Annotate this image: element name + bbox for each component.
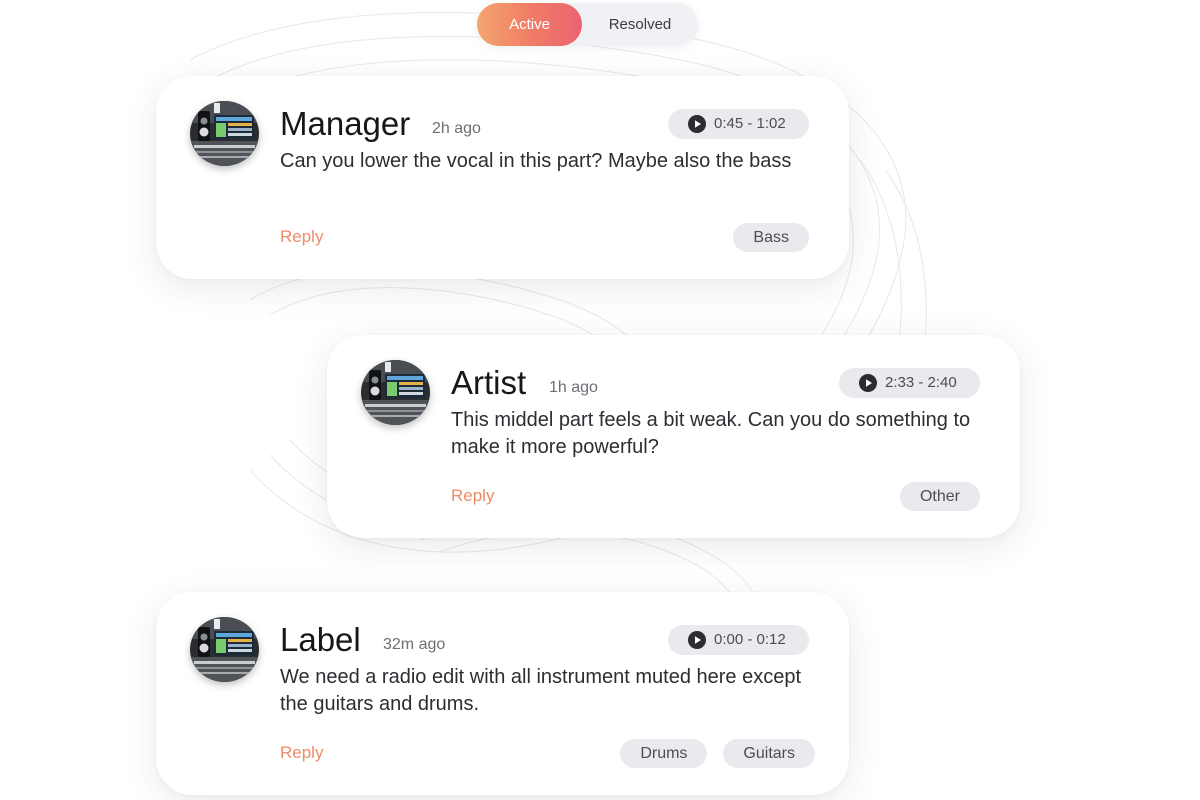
timestamp-chip[interactable]: 0:45 - 1:02 bbox=[668, 109, 809, 139]
play-icon bbox=[688, 115, 706, 133]
tag-list: Other bbox=[899, 482, 980, 511]
reply-link[interactable]: Reply bbox=[280, 227, 323, 247]
timestamp-range: 0:00 - 0:12 bbox=[714, 631, 786, 648]
comment-message: This middel part feels a bit weak. Can y… bbox=[451, 409, 971, 458]
comment-card: Manager 2h ago 0:45 - 1:02 Can you lower… bbox=[156, 76, 849, 279]
avatar bbox=[190, 617, 259, 682]
timestamp-range: 0:45 - 1:02 bbox=[714, 115, 786, 132]
status-filter-toggle: Active Resolved bbox=[477, 3, 698, 46]
tag-other[interactable]: Other bbox=[899, 482, 980, 511]
comment-time: 1h ago bbox=[549, 379, 598, 396]
comment-time: 2h ago bbox=[432, 120, 481, 137]
avatar bbox=[190, 101, 259, 166]
comment-card: Artist 1h ago 2:33 - 2:40 This middel pa… bbox=[327, 335, 1020, 538]
reply-link[interactable]: Reply bbox=[451, 486, 494, 506]
comment-message: Can you lower the vocal in this part? Ma… bbox=[280, 150, 792, 172]
comment-author: Manager bbox=[280, 105, 411, 142]
tag-bass[interactable]: Bass bbox=[733, 223, 809, 252]
comment-author: Label bbox=[280, 621, 361, 658]
play-icon bbox=[859, 374, 877, 392]
timestamp-range: 2:33 - 2:40 bbox=[885, 374, 957, 391]
timestamp-chip[interactable]: 2:33 - 2:40 bbox=[839, 368, 980, 398]
comment-message: We need a radio edit with all instrument… bbox=[280, 666, 802, 715]
comment-card: Label 32m ago 0:00 - 0:12 We need a radi… bbox=[156, 592, 849, 795]
comment-author: Artist bbox=[451, 364, 527, 401]
avatar bbox=[361, 360, 430, 425]
tab-resolved[interactable]: Resolved bbox=[582, 3, 698, 46]
timestamp-chip[interactable]: 0:00 - 0:12 bbox=[668, 625, 809, 655]
play-icon bbox=[688, 631, 706, 649]
tab-active[interactable]: Active bbox=[477, 3, 582, 46]
tag-list: Drums Guitars bbox=[620, 739, 815, 768]
reply-link[interactable]: Reply bbox=[280, 743, 323, 763]
tag-list: Bass bbox=[733, 223, 809, 252]
tag-guitars[interactable]: Guitars bbox=[723, 739, 815, 768]
comment-time: 32m ago bbox=[383, 636, 446, 653]
tag-drums[interactable]: Drums bbox=[620, 739, 708, 768]
